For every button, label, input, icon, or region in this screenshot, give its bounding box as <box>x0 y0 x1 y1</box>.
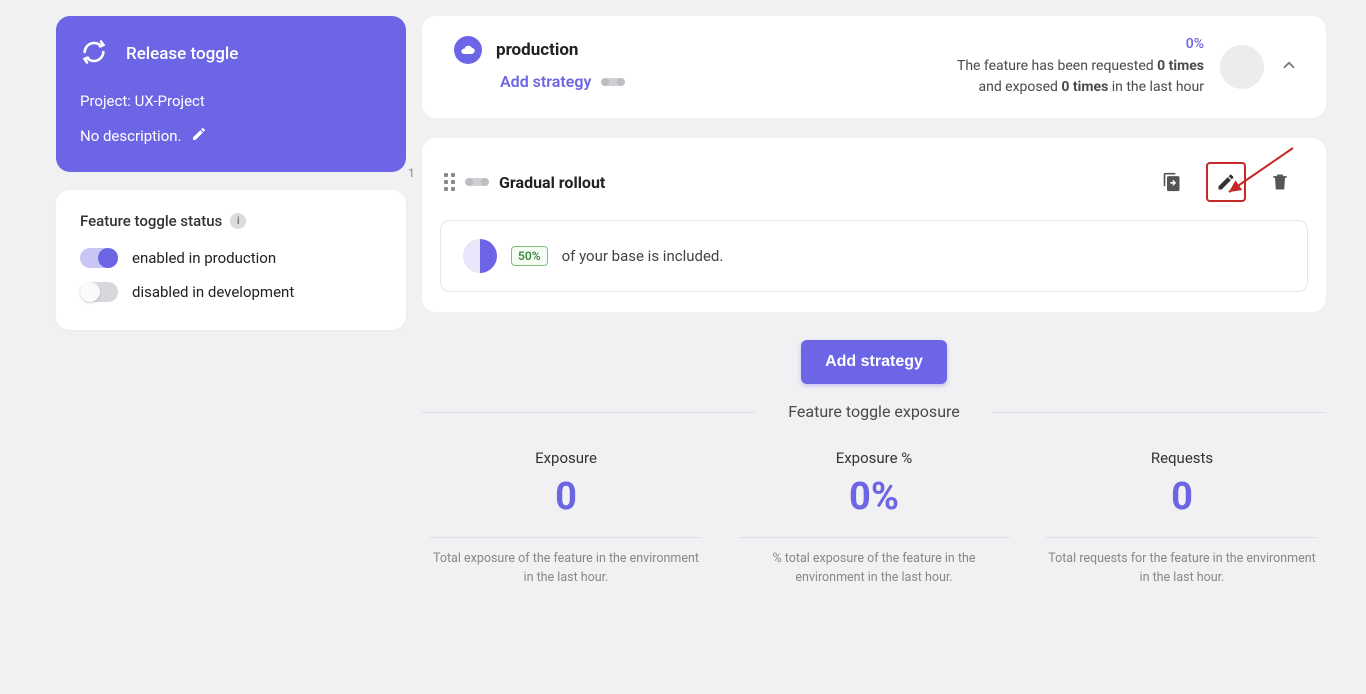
toggle-summary-card: Release toggle Project: UX-Project No de… <box>56 16 406 172</box>
description-line: No description. <box>80 126 382 146</box>
exposure-section: Feature toggle exposure Exposure 0 Total… <box>422 402 1326 588</box>
status-row-production: enabled in production <box>80 248 382 268</box>
status-title: Feature toggle status <box>80 212 222 230</box>
toggle-type-title: Release toggle <box>126 44 238 64</box>
metric-description: Total exposure of the feature in the env… <box>430 550 701 588</box>
info-icon[interactable]: i <box>230 213 246 229</box>
metric-value: 0 <box>1046 475 1317 519</box>
exposure-section-title: Feature toggle exposure <box>422 402 1326 421</box>
environment-name: production <box>496 40 623 60</box>
metric-exposure-percent: Exposure % 0% % total exposure of the fe… <box>738 449 1009 588</box>
collapse-toggle[interactable] <box>1280 56 1298 78</box>
cloud-icon <box>454 36 482 64</box>
add-strategy-link-label: Add strategy <box>500 72 591 91</box>
drag-handle-icon[interactable] <box>444 173 455 191</box>
status-label: disabled in development <box>132 283 294 301</box>
strategy-index: 1 <box>408 166 415 180</box>
metric-label: Requests <box>1046 449 1317 467</box>
add-strategy-link[interactable]: Add strategy <box>500 72 623 91</box>
status-row-development: disabled in development <box>80 282 382 302</box>
copy-strategy-button[interactable] <box>1152 162 1192 202</box>
rollout-base-text: of your base is included. <box>562 247 724 265</box>
strategy-link-icon <box>603 78 623 86</box>
feature-status-card: Feature toggle status i enabled in produ… <box>56 190 406 330</box>
environment-card: production Add strategy 0% The feature h… <box>422 16 1326 118</box>
metric-exposure: Exposure 0 Total exposure of the feature… <box>430 449 701 588</box>
strategy-name: Gradual rollout <box>499 173 605 192</box>
description-text: No description. <box>80 127 181 145</box>
metric-requests: Requests 0 Total requests for the featur… <box>1046 449 1317 588</box>
metric-description: % total exposure of the feature in the e… <box>738 550 1009 588</box>
metric-description: Total requests for the feature in the en… <box>1046 550 1317 588</box>
metric-value: 0 <box>430 475 701 519</box>
sidebar: Release toggle Project: UX-Project No de… <box>56 16 406 330</box>
rollout-pie-icon <box>463 239 497 273</box>
environment-stats: 0% The feature has been requested 0 time… <box>957 36 1204 98</box>
metric-label: Exposure <box>430 449 701 467</box>
edit-description-icon[interactable] <box>191 126 207 146</box>
delete-strategy-button[interactable] <box>1260 162 1300 202</box>
strategy-body: 50% of your base is included. <box>440 220 1308 292</box>
strategy-card: 1 Gradual rollout <box>422 138 1326 312</box>
release-toggle-icon <box>80 38 108 70</box>
project-label: Project: UX-Project <box>80 92 382 110</box>
strategy-type-icon <box>467 178 487 186</box>
metric-label: Exposure % <box>738 449 1009 467</box>
status-label: enabled in production <box>132 249 276 267</box>
toggle-switch-production[interactable] <box>80 248 118 268</box>
metric-value: 0% <box>738 475 1009 519</box>
edit-strategy-button[interactable] <box>1206 162 1246 202</box>
rollout-percent-pill: 50% <box>511 246 548 266</box>
add-strategy-button[interactable]: Add strategy <box>801 340 947 384</box>
environment-percent: 0% <box>957 36 1204 52</box>
exposure-donut-placeholder <box>1220 45 1264 89</box>
toggle-switch-development[interactable] <box>80 282 118 302</box>
main-content: production Add strategy 0% The feature h… <box>422 16 1326 588</box>
